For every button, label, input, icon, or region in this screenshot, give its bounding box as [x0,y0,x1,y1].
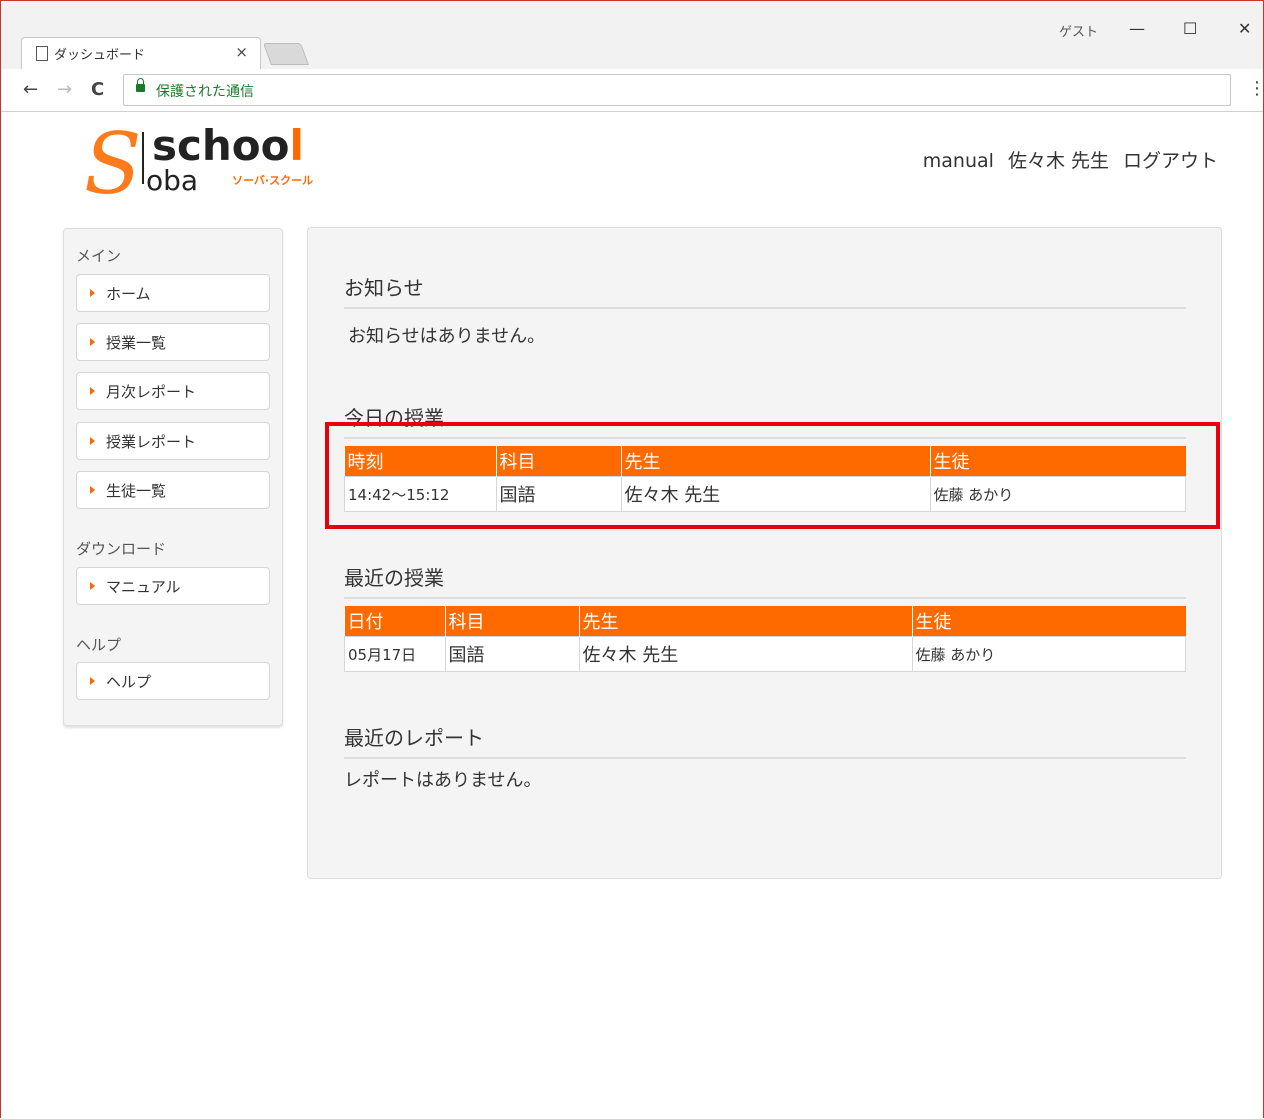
browser-menu-icon[interactable]: ⋮ [1248,78,1264,99]
logo-school: school [152,124,304,168]
sidebar-item-monthly-report[interactable]: 月次レポート [76,372,270,410]
tab-close-icon[interactable]: × [235,43,248,61]
highlight-box [325,422,1220,529]
triangle-icon [90,338,95,346]
sidebar-item-label: 生徒一覧 [106,482,167,500]
tab-bar: ダッシュボード × ゲスト — ☐ ✕ [1,1,1263,70]
col-date: 日付 [344,606,445,637]
cell-subject: 国語 [444,636,580,672]
notices-empty: お知らせはありません。 [348,326,546,347]
triangle-icon [90,486,95,494]
sidebar-item-help[interactable]: ヘルプ [76,662,270,700]
logo-bar [142,132,144,184]
recent-table: 日付 科目 先生 生徒 05月17日 国語 佐々木 先生 佐藤 あかり [344,606,1186,672]
user-name[interactable]: 佐々木 先生 [1008,150,1109,172]
sidebar-item-label: マニュアル [106,578,181,596]
sidebar-item-label: ホーム [106,285,151,303]
sidebar-item-label: 授業レポート [106,433,197,451]
triangle-icon [90,582,95,590]
secure-label: 保護された通信 [156,84,254,100]
profile-label[interactable]: ゲスト [1059,21,1098,40]
forward-arrow-icon[interactable]: → [57,79,72,100]
logo-school-l: l [289,121,304,170]
logo-school-main: schoo [152,121,290,170]
logout-link[interactable]: ログアウト [1123,150,1218,172]
page-icon [36,46,48,61]
col-student: 生徒 [911,606,1186,637]
main-panel: お知らせ お知らせはありません。 今日の授業 時刻 科目 先生 生徒 14:42… [307,227,1222,879]
sidebar-item-label: 授業一覧 [106,334,167,352]
reports-empty: レポートはありません。 [344,770,542,791]
top-nav: manual 佐々木 先生 ログアウト [909,146,1218,173]
triangle-icon [90,437,95,445]
cell-date: 05月17日 [344,636,446,672]
sidebar-item-lessons[interactable]: 授業一覧 [76,323,270,361]
maximize-icon[interactable]: ☐ [1183,19,1197,38]
sidebar-heading-help: ヘルプ [76,636,122,654]
sidebar-heading-main: メイン [76,247,122,265]
logo-oba: oba [146,164,199,197]
triangle-icon [90,387,95,395]
sidebar-item-label: 月次レポート [106,383,197,401]
reload-icon[interactable]: C [91,79,104,100]
lock-icon [136,78,145,92]
logo-s: S [84,115,142,213]
sidebar-item-home[interactable]: ホーム [76,274,270,312]
address-bar[interactable]: 保護された通信 [123,74,1231,106]
table-header-row: 日付 科目 先生 生徒 [344,606,1186,637]
notices-title: お知らせ [344,272,1186,309]
back-arrow-icon[interactable]: ← [23,79,38,100]
sidebar-item-manual[interactable]: マニュアル [76,567,270,605]
sidebar-heading-download: ダウンロード [76,540,167,558]
address-row: ← → C 保護された通信 ⋮ [1,69,1264,112]
browser-chrome: ダッシュボード × ゲスト — ☐ ✕ ← → C 保護された通信 ⋮ [1,1,1264,112]
browser-tab[interactable]: ダッシュボード × [21,37,261,70]
cell-teacher: 佐々木 先生 [578,636,913,672]
col-teacher: 先生 [578,606,912,637]
sidebar-item-students[interactable]: 生徒一覧 [76,471,270,509]
logo-kana: ソーバ·スクール [232,174,314,187]
new-tab-button[interactable] [262,43,310,65]
col-subject: 科目 [444,606,579,637]
sidebar-item-lesson-report[interactable]: 授業レポート [76,422,270,460]
tab-title: ダッシュボード [54,48,146,63]
table-row[interactable]: 05月17日 国語 佐々木 先生 佐藤 あかり [344,636,1186,672]
sidebar-item-label: ヘルプ [106,673,152,691]
sidebar: メイン ホーム 授業一覧 月次レポート 授業レポート 生徒一覧 ダウンロード マ… [63,228,283,726]
manual-link[interactable]: manual [923,150,994,172]
cell-student: 佐藤 あかり [911,636,1186,672]
reports-title: 最近のレポート [344,722,1186,759]
minimize-icon[interactable]: — [1129,19,1145,38]
triangle-icon [90,677,95,685]
site-logo[interactable]: S school oba ソーバ·スクール [84,122,334,212]
triangle-icon [90,289,95,297]
recent-title: 最近の授業 [344,562,1186,599]
close-window-icon[interactable]: ✕ [1238,19,1251,38]
